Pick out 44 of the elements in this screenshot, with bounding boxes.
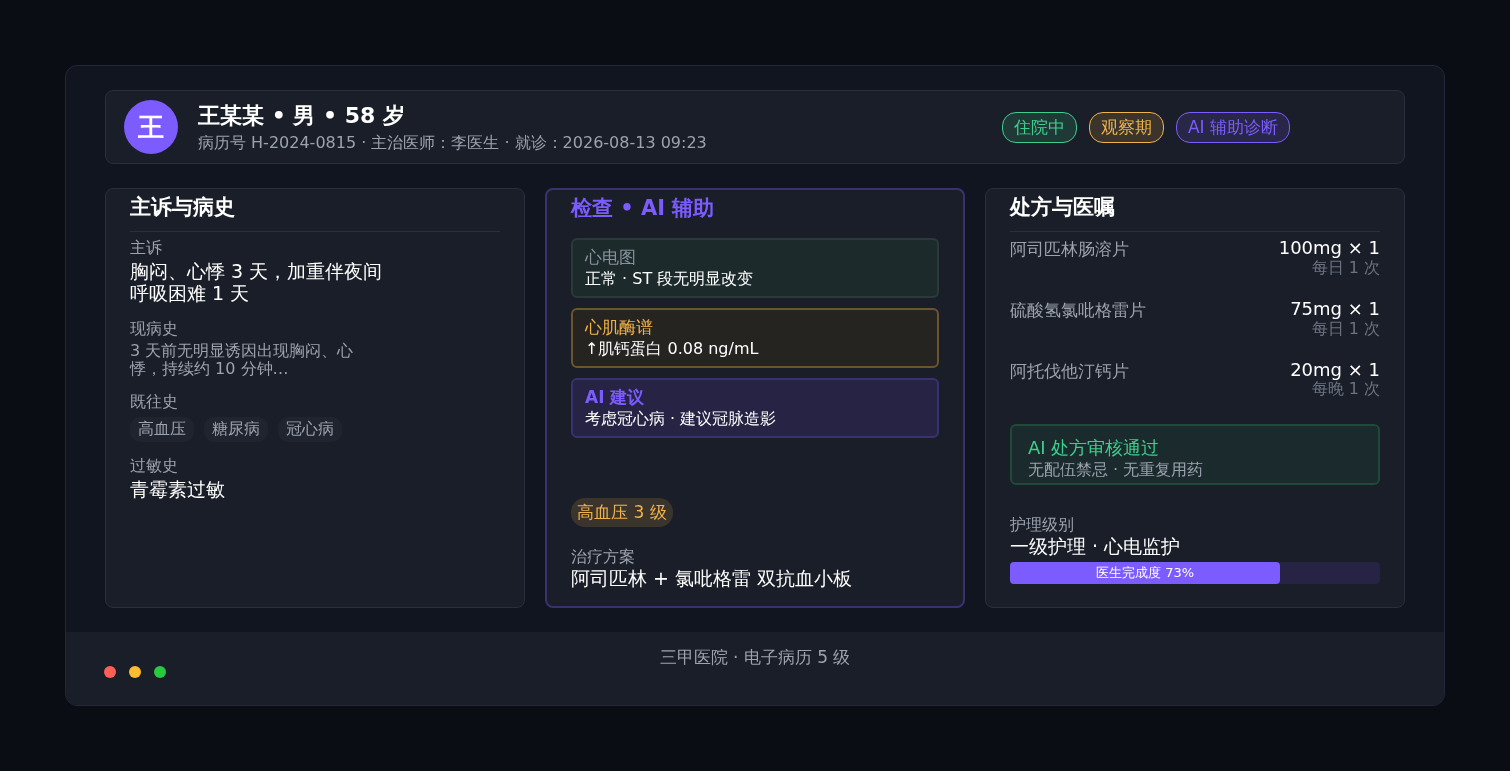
drug-frequency: 每日 1 次 [1311, 318, 1380, 340]
field-value: 青霉素过敏 [130, 479, 226, 502]
drug-frequency: 每日 1 次 [1311, 257, 1380, 279]
avatar: 王 [124, 100, 178, 154]
drug-name: 阿托伐他汀钙片 [1010, 359, 1129, 383]
history-tag: 糖尿病 [204, 417, 268, 443]
field-value: 胸闷、心悸 3 天，加重伴夜间呼吸困难 1 天 [130, 261, 384, 305]
patient-meta: 病历号 H-2024-0815 · 主治医师：李医生 · 就诊：2026-08-13 09:23 [198, 132, 707, 154]
history-tag: 高血压 [130, 417, 194, 443]
exam-title: AI 建议 [585, 386, 646, 409]
field-label: 治疗方案 [571, 547, 636, 569]
card-title: 处方与医嘱 [1010, 193, 1380, 232]
field-label: 现病史 [130, 318, 179, 340]
footer-text: 三甲医院 · 电子病历 5 级 [658, 646, 852, 669]
diagnosis-tag: 高血压 3 级 [571, 498, 673, 528]
progress-label: 医生完成度 73% [1096, 564, 1195, 583]
history-tag: 冠心病 [278, 417, 342, 443]
field-value: 一级护理 · 心电监护 [1010, 536, 1182, 559]
exam-title: 心肌酶谱 [585, 316, 654, 339]
exam-title: 心电图 [585, 246, 637, 269]
drug-name: 硫酸氢氯吡格雷片 [1010, 298, 1146, 322]
field-label: 过敏史 [130, 456, 179, 478]
exam-text: ↑肌钙蛋白 0.08 ng/mL [585, 339, 760, 360]
card-title: 主诉与病史 [130, 193, 500, 232]
exam-text: 考虑冠心病 · 建议冠脉造影 [585, 409, 778, 430]
drug-name: 阿司匹林肠溶片 [1010, 238, 1129, 261]
patient-name: 王某某 • 男 • 58 岁 [198, 101, 407, 130]
field-label: 护理级别 [1010, 515, 1075, 537]
drug-dose: 20mg × 1 [1290, 359, 1380, 380]
card-title: 检查 • AI 辅助 [571, 195, 716, 222]
status-tag: 观察期 [1088, 111, 1164, 143]
drug-frequency: 每晚 1 次 [1311, 379, 1380, 401]
field-value: 阿司匹林 + 氯吡格雷 双抗血小板 [571, 568, 854, 590]
window-controls-icon [104, 666, 166, 678]
review-text: 无配伍禁忌 · 无重复用药 [1028, 460, 1205, 482]
drug-dose: 100mg × 1 [1278, 238, 1380, 258]
exam-text: 正常 · ST 段无明显改变 [585, 269, 755, 290]
status-tag: 住院中 [1001, 111, 1077, 143]
field-label: 既往史 [130, 392, 179, 414]
drug-dose: 75mg × 1 [1290, 298, 1380, 319]
field-label: 主诉 [130, 238, 163, 259]
field-value: 3 天前无明显诱因出现胸闷、心悸，持续约 10 分钟… [130, 341, 355, 379]
review-title: AI 处方审核通过 [1028, 436, 1161, 461]
status-tag: AI 辅助诊断 [1175, 111, 1290, 143]
